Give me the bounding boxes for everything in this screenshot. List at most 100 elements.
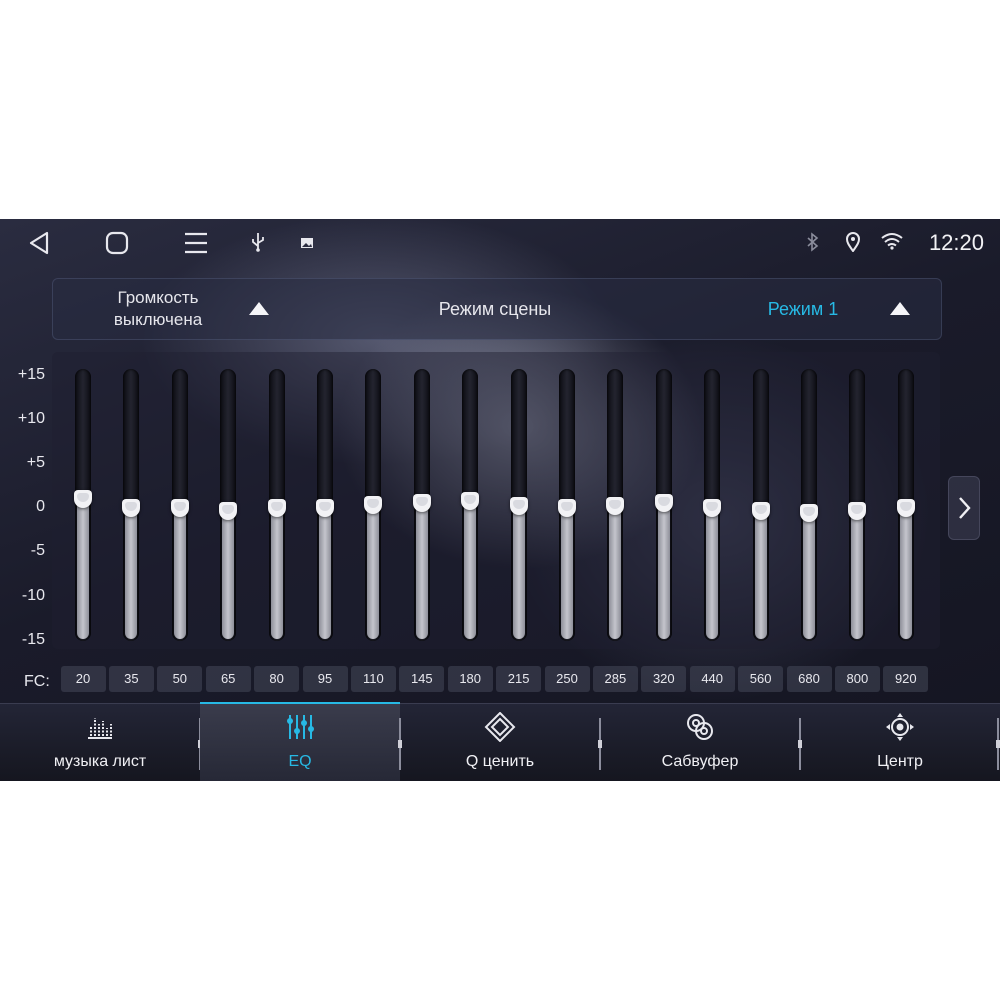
music-list-icon	[84, 712, 116, 742]
volume-off-label: Громкость выключена	[113, 288, 203, 329]
tab-label: Q ценить	[465, 753, 535, 770]
eq-slider-145[interactable]	[412, 369, 431, 641]
tab-label: Сабвуфер	[661, 753, 739, 770]
equalizer-icon	[284, 712, 316, 742]
db-scale-label: +15	[17, 366, 45, 383]
eq-slider-35[interactable]	[122, 369, 141, 641]
tab-divider	[996, 718, 1000, 770]
location-icon	[845, 232, 861, 257]
slider-knob[interactable]	[267, 499, 286, 517]
frequency-label: 50	[157, 666, 203, 692]
slider-fill	[319, 512, 331, 639]
menu-icon[interactable]	[183, 231, 209, 260]
scene-mode-panel: Громкость выключена Режим сцены Режим 1	[52, 278, 942, 340]
eq-slider-800[interactable]	[848, 369, 867, 641]
back-icon[interactable]	[28, 231, 50, 260]
eq-slider-110[interactable]	[364, 369, 383, 641]
frequency-label: 680	[786, 666, 832, 692]
eq-slider-680[interactable]	[800, 369, 818, 641]
slider-knob[interactable]	[170, 499, 189, 517]
bottom-tab-bar: музыка лист EQ Q ценить Сабвуфер Центр	[0, 702, 1000, 781]
scene-mode-value[interactable]: Режим 1	[743, 299, 863, 320]
bluetooth-icon	[806, 232, 820, 257]
tab-subwoofer[interactable]: Сабвуфер	[600, 704, 800, 781]
center-icon	[884, 712, 916, 742]
slider-knob[interactable]	[316, 499, 334, 517]
slider-fill	[367, 509, 380, 639]
tab-center[interactable]: Центр	[800, 704, 1000, 781]
eq-slider-20[interactable]	[74, 369, 92, 641]
wifi-icon	[880, 232, 904, 255]
frequency-label: 560	[738, 666, 784, 692]
home-icon[interactable]	[104, 230, 130, 261]
eq-slider-285[interactable]	[606, 369, 625, 641]
slider-fill	[803, 517, 815, 639]
slider-knob[interactable]	[896, 499, 915, 517]
eq-slider-440[interactable]	[703, 369, 722, 641]
tab-label: EQ	[288, 753, 312, 770]
eq-slider-180[interactable]	[461, 369, 480, 641]
slider-knob[interactable]	[654, 493, 673, 512]
frequency-label: 180	[447, 666, 493, 692]
mode-toggle-up-icon[interactable]	[890, 302, 910, 315]
eq-slider-50[interactable]	[170, 369, 189, 641]
db-scale-label: -5	[30, 542, 45, 559]
tab-label: Центр	[877, 753, 923, 770]
slider-fill	[657, 506, 670, 639]
frequency-label: 145	[399, 666, 445, 692]
db-scale-label: -15	[21, 631, 45, 648]
eq-slider-80[interactable]	[267, 369, 286, 641]
tab-music-list[interactable]: музыка лист	[0, 704, 200, 781]
frequency-label: 95	[302, 666, 348, 692]
frequency-label: 920	[883, 666, 929, 692]
eq-slider-215[interactable]	[509, 369, 528, 641]
frequency-label: 250	[544, 666, 590, 692]
slider-fill	[706, 512, 719, 639]
status-time: 12:20	[928, 230, 984, 255]
fc-label: FC:	[24, 673, 50, 690]
db-scale-label: -10	[21, 587, 45, 604]
subwoofer-icon	[684, 712, 716, 742]
frequency-label: 80	[254, 666, 300, 692]
slider-fill	[173, 512, 186, 639]
frequency-label: 440	[689, 666, 735, 692]
tab-label: музыка лист	[53, 753, 147, 770]
slider-fill	[415, 506, 428, 639]
volume-toggle-up-icon[interactable]	[249, 302, 269, 315]
slider-knob[interactable]	[219, 501, 238, 520]
slider-fill	[464, 504, 477, 639]
tab-q-value[interactable]: Q ценить	[400, 704, 600, 781]
tab-eq[interactable]: EQ	[200, 702, 400, 781]
slider-fill	[754, 514, 767, 639]
slider-knob[interactable]	[509, 497, 528, 516]
frequency-label: 320	[641, 666, 687, 692]
slider-fill	[561, 512, 573, 639]
eq-slider-95[interactable]	[316, 369, 334, 641]
slider-fill	[512, 510, 525, 639]
frequency-label: 110	[350, 666, 396, 692]
slider-fill	[851, 514, 864, 639]
frequency-label: 285	[592, 666, 638, 692]
slider-fill	[222, 514, 235, 639]
eq-slider-65[interactable]	[219, 369, 238, 641]
eq-slider-560[interactable]	[751, 369, 770, 641]
chevron-right-icon	[959, 497, 971, 519]
slider-fill	[899, 512, 912, 639]
eq-slider-320[interactable]	[654, 369, 673, 641]
frequency-label: 65	[205, 666, 251, 692]
slider-knob[interactable]	[558, 499, 576, 517]
db-scale-label: +5	[26, 454, 45, 471]
slider-fill	[77, 503, 89, 639]
slider-knob[interactable]	[848, 501, 867, 520]
usb-icon	[250, 232, 266, 257]
frequency-label: 800	[834, 666, 880, 692]
slider-knob[interactable]	[412, 493, 431, 512]
db-scale-label: +10	[17, 410, 45, 427]
image-icon	[300, 236, 314, 254]
q-value-icon	[484, 711, 516, 743]
eq-slider-250[interactable]	[558, 369, 576, 641]
slider-knob[interactable]	[751, 501, 770, 520]
car-screen: 12:20 Громкость выключена Режим сцены Ре…	[0, 219, 1000, 781]
next-page-button[interactable]	[948, 476, 980, 540]
eq-slider-920[interactable]	[896, 369, 915, 641]
